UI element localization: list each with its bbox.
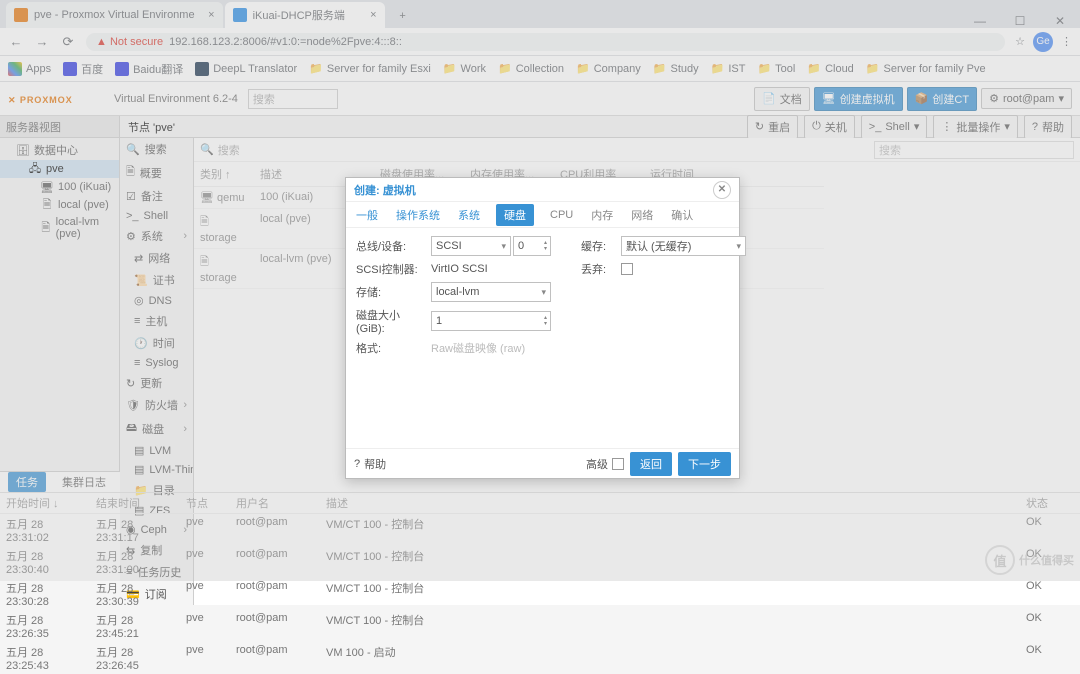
modal-title-bar[interactable]: 创建: 虚拟机 ✕ [346,178,739,202]
cache-label: 缓存: [581,238,621,254]
size-input[interactable]: 1 [431,311,551,331]
wizard-tabs: 一般 操作系统 系统 硬盘 CPU 内存 网络 确认 [346,202,739,228]
create-vm-wizard: 创建: 虚拟机 ✕ 一般 操作系统 系统 硬盘 CPU 内存 网络 确认 总线/… [345,177,740,479]
discard-checkbox[interactable] [621,263,633,275]
advanced-toggle[interactable]: 高级 [586,456,624,472]
tab-general[interactable]: 一般 [354,203,380,227]
scsi-ctrl-label: SCSI控制器: [356,261,431,277]
tab-disk[interactable]: 硬盘 [496,204,534,226]
modal-help-button[interactable]: ? 帮助 [354,456,386,472]
tab-cpu[interactable]: CPU [548,205,575,225]
tab-os[interactable]: 操作系统 [394,203,442,227]
bus-select[interactable]: SCSI [431,236,511,256]
format-label: 格式: [356,340,431,356]
log-row[interactable]: 五月 28 23:30:28 [0,578,90,610]
tab-memory[interactable]: 内存 [589,203,615,227]
size-label: 磁盘大小 (GiB): [356,307,431,335]
cache-select[interactable]: 默认 (无缓存) [621,236,746,256]
watermark: 值 什么值得买 [985,545,1074,575]
tab-confirm[interactable]: 确认 [669,203,695,227]
storage-select[interactable]: local-lvm [431,282,551,302]
log-row[interactable]: 五月 28 23:25:43 [0,642,90,674]
modal-title: 创建: 虚拟机 [354,182,416,198]
bus-index[interactable]: 0 [513,236,551,256]
next-button[interactable]: 下一步 [678,452,731,476]
log-row[interactable]: 五月 28 23:26:35 [0,610,90,642]
format-value: Raw磁盘映像 (raw) [431,340,525,356]
back-button[interactable]: 返回 [630,452,672,476]
close-icon[interactable]: ✕ [713,181,731,199]
tab-system[interactable]: 系统 [456,203,482,227]
tab-network[interactable]: 网络 [629,203,655,227]
discard-label: 丢弃: [581,261,621,277]
scsi-ctrl-value: VirtIO SCSI [431,263,488,275]
bus-label: 总线/设备: [356,238,431,254]
storage-label: 存储: [356,284,431,300]
